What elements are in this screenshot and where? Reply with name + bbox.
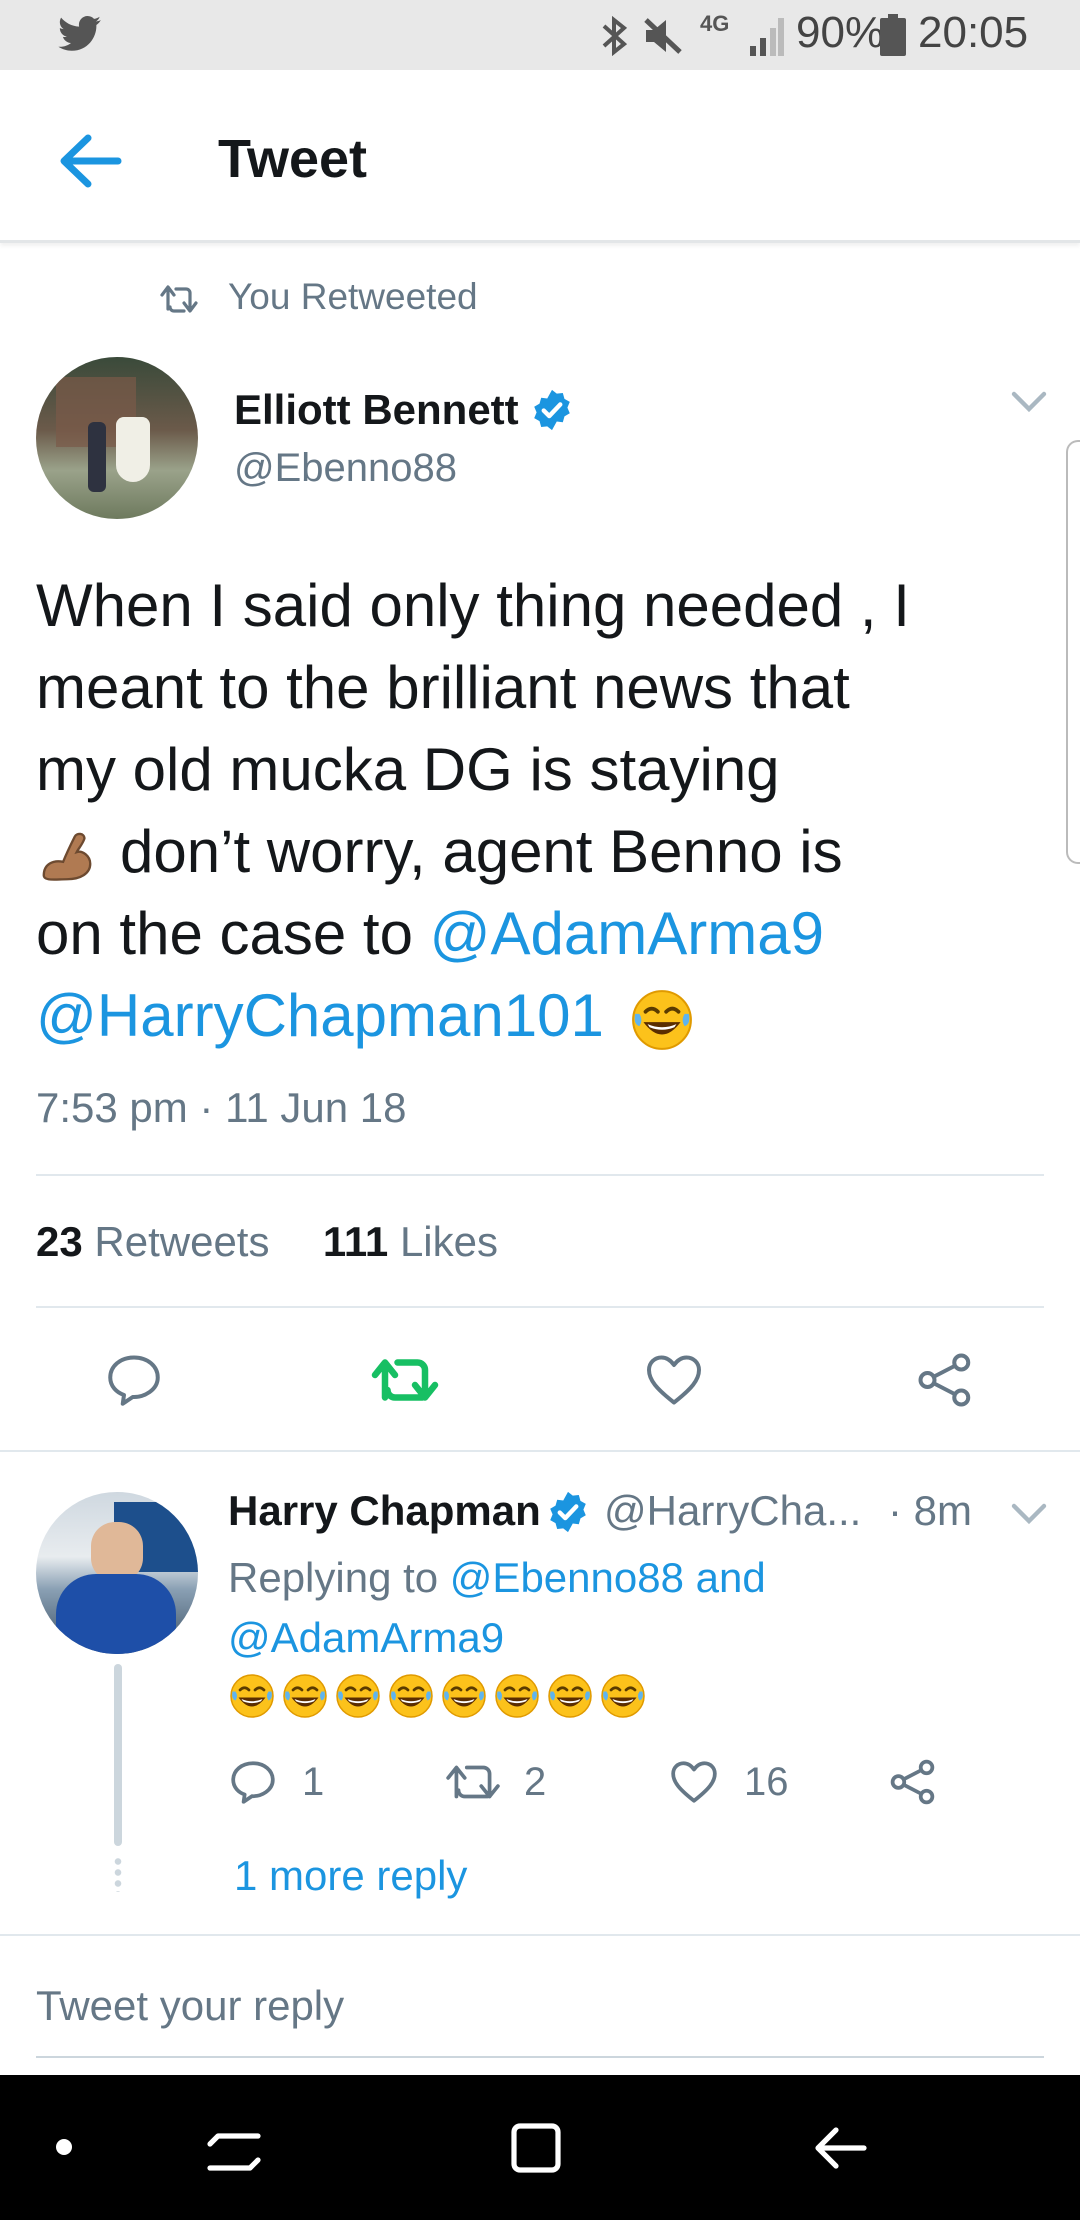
mention-link[interactable]: @AdamArma9 [228, 1614, 504, 1661]
home-icon[interactable] [508, 2120, 564, 2176]
divider [36, 1174, 1044, 1176]
status-bar: 4G 90% 20:05 [0, 0, 1080, 70]
back-nav-icon[interactable] [812, 2120, 868, 2176]
tweet-line: meant to the brilliant news that [36, 654, 850, 721]
reply-composer[interactable]: Tweet your reply [36, 1976, 1044, 2058]
divider [0, 1450, 1080, 1452]
thread-line [114, 1664, 122, 1846]
reply-author-handle[interactable]: @HarryCha... [604, 1487, 861, 1535]
mute-icon [644, 18, 682, 54]
system-nav-bar [0, 2075, 1080, 2220]
tears-of-joy-emoji-icon [336, 1674, 380, 1718]
tweet-line: don’t worry, agent Benno is [36, 811, 1026, 893]
reply-retweet-icon[interactable] [444, 1757, 502, 1807]
likes-label[interactable]: Likes [400, 1218, 498, 1265]
tears-of-joy-emoji-icon [601, 1674, 645, 1718]
tears-of-joy-emoji-icon [442, 1674, 486, 1718]
mention-link[interactable]: @HarryChapman101 [36, 982, 604, 1049]
verified-badge-icon [550, 1491, 586, 1533]
reply-like-count: 16 [744, 1760, 789, 1804]
tweet-line: @HarryChapman101 [36, 975, 1026, 1057]
scroll-indicator [1066, 440, 1080, 864]
replying-prefix: Replying to [228, 1554, 450, 1601]
mention-link[interactable]: @AdamArma9 [430, 900, 824, 967]
battery-icon [880, 14, 906, 56]
battery-percent: 90% [796, 8, 885, 57]
retweet-icon[interactable] [370, 1350, 440, 1410]
verified-badge-icon [534, 389, 570, 431]
avatar[interactable] [36, 357, 198, 519]
mention-link[interactable]: @Ebenno88 [450, 1554, 684, 1601]
reply-time: · 8m [888, 1487, 972, 1534]
tweet-text: When I said only thing needed , I meant … [36, 565, 1026, 1057]
divider [0, 1934, 1080, 1936]
tweet-line: my old mucka DG is staying [36, 736, 780, 803]
tears-of-joy-emoji-icon [283, 1674, 327, 1718]
signal-icon [750, 18, 784, 56]
tweet-line: When I said only thing needed , I [36, 572, 910, 639]
flexed-biceps-emoji-icon [42, 832, 92, 881]
reply-chevron-down-icon[interactable] [1010, 1502, 1048, 1526]
tears-of-joy-emoji-icon [631, 990, 692, 1051]
tears-of-joy-emoji-icon [389, 1674, 433, 1718]
tweet-line-text: on the case to [36, 900, 430, 967]
reply-input-placeholder[interactable]: Tweet your reply [36, 1982, 344, 2029]
tears-of-joy-emoji-icon [230, 1674, 274, 1718]
recent-apps-icon[interactable] [206, 2120, 262, 2176]
network-type: 4G [700, 11, 730, 36]
retweet-notice: You Retweeted [228, 276, 478, 317]
author-handle[interactable]: @Ebenno88 [234, 446, 457, 491]
tweet-timestamp: 7:53 pm · 11 Jun 18 [36, 1084, 407, 1131]
reply-avatar[interactable] [36, 1492, 198, 1654]
tweet-stats: 23 Retweets 111 Likes [36, 1218, 498, 1266]
app-header: Tweet [0, 70, 1080, 243]
reply-author-name[interactable]: Harry Chapman [228, 1487, 541, 1535]
reply-heart-icon[interactable] [668, 1757, 720, 1807]
clock: 20:05 [918, 8, 1029, 57]
thread-dots [114, 1856, 122, 1892]
reply-reply-count: 1 [302, 1760, 325, 1804]
retweet-small-icon [160, 285, 198, 313]
tweet-line-text: don’t worry, agent Benno is [120, 818, 843, 885]
more-replies-link[interactable]: 1 more reply [234, 1852, 467, 1900]
retweets-count[interactable]: 23 [36, 1218, 83, 1265]
replying-to: Replying to @Ebenno88 and @AdamArma9 [228, 1548, 1048, 1668]
nav-dot-icon[interactable] [56, 2139, 72, 2155]
divider [36, 1306, 1044, 1308]
chevron-down-icon[interactable] [1010, 390, 1048, 414]
tweet-line: on the case to @AdamArma9 [36, 893, 1026, 975]
tears-of-joy-emoji-icon [495, 1674, 539, 1718]
reply-share-icon[interactable] [888, 1757, 938, 1807]
twitter-bird-icon [58, 16, 101, 51]
reply-icon[interactable] [104, 1350, 164, 1410]
retweets-label[interactable]: Retweets [94, 1218, 269, 1265]
tears-of-joy-emoji-icon [548, 1674, 592, 1718]
reply-reply-icon[interactable] [228, 1757, 278, 1807]
bluetooth-icon [602, 16, 628, 56]
heart-icon[interactable] [643, 1350, 705, 1410]
back-arrow-icon[interactable] [58, 132, 122, 190]
likes-count[interactable]: 111 [323, 1218, 388, 1265]
page-title: Tweet [218, 129, 368, 189]
author-name[interactable]: Elliott Bennett [234, 386, 519, 434]
replying-and: and [683, 1554, 766, 1601]
reply-retweet-count: 2 [524, 1760, 547, 1804]
share-icon[interactable] [915, 1350, 975, 1410]
reply-emoji-row [228, 1672, 652, 1722]
